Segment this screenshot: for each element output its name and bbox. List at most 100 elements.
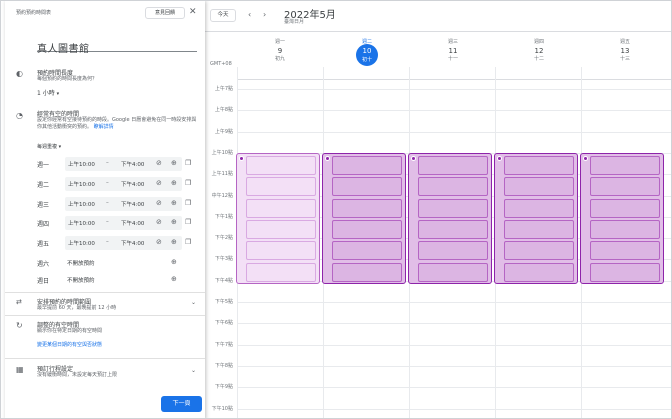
range-dash: –	[106, 180, 109, 186]
next-week-icon[interactable]: ›	[263, 10, 266, 19]
availability-block-mon[interactable]	[236, 153, 320, 284]
booking-slot[interactable]	[590, 219, 660, 239]
feedback-button[interactable]: 意見回饋	[145, 7, 185, 19]
add-time-icon[interactable]: ⊕	[171, 258, 177, 267]
chevron-down-icon[interactable]: ⌄	[191, 367, 196, 374]
hour-label: 下午8點	[214, 363, 233, 369]
day-header-mon[interactable]: 週一 9 初九	[237, 38, 323, 62]
copy-icon[interactable]: ❐	[185, 159, 191, 168]
booking-slot[interactable]	[590, 156, 660, 175]
booking-slot[interactable]	[590, 177, 660, 197]
booking-slot[interactable]	[332, 156, 402, 175]
lunar-date: 十一	[447, 56, 458, 62]
booking-slot[interactable]	[418, 219, 488, 239]
start-time[interactable]: 上午10:00	[68, 160, 95, 168]
unavailable-icon[interactable]: ⊘	[156, 238, 162, 247]
hour-gridline	[237, 110, 671, 111]
end-time[interactable]: 下午4:00	[121, 200, 144, 208]
booking-slot[interactable]	[246, 156, 316, 175]
start-time[interactable]: 上午10:00	[68, 239, 95, 247]
previous-week-icon[interactable]: ‹	[248, 10, 251, 19]
time-range[interactable]: 上午10:00 – 下午4:00	[65, 157, 182, 171]
availability-block-tue[interactable]	[322, 153, 406, 284]
booking-slot[interactable]	[504, 241, 574, 261]
hour-gridline	[237, 302, 671, 303]
start-time[interactable]: 上午10:00	[68, 219, 95, 227]
unavailable-text: 不開放預約	[67, 261, 95, 267]
copy-icon[interactable]: ❐	[185, 179, 191, 188]
booking-slot[interactable]	[418, 156, 488, 175]
today-indicator[interactable]: 10 初十	[356, 44, 378, 66]
panel-topbar: 預約預約時間表 意見回饋 ✕	[5, 1, 205, 25]
day-header-wed[interactable]: 週三 11 十一	[410, 38, 496, 62]
booking-slot[interactable]	[332, 198, 402, 218]
day-header-thu[interactable]: 週四 12 十二	[496, 38, 582, 62]
booking-slot[interactable]	[246, 219, 316, 239]
booking-slot[interactable]	[418, 198, 488, 218]
repeat-select[interactable]: 每週重複 ▾	[37, 143, 61, 150]
booking-slot[interactable]	[246, 177, 316, 197]
end-time[interactable]: 下午4:00	[121, 219, 144, 227]
availability-block-thu[interactable]	[494, 153, 578, 284]
unavailable-icon[interactable]: ⊘	[156, 179, 162, 188]
end-time[interactable]: 下午4:00	[121, 160, 144, 168]
availability-block-fri[interactable]	[580, 153, 664, 284]
learn-more-link[interactable]: 瞭解詳情	[94, 124, 114, 130]
booking-slot[interactable]	[418, 241, 488, 261]
title-input[interactable]: 真人圖書館	[37, 37, 197, 55]
unavailable-icon[interactable]: ⊘	[156, 159, 162, 168]
day-header-fri[interactable]: 週五 13 十三	[582, 38, 668, 62]
booking-slot[interactable]	[332, 177, 402, 197]
day-label: 週六	[37, 261, 50, 268]
close-icon[interactable]: ✕	[189, 8, 197, 17]
swap-icon: ⇄	[16, 298, 22, 306]
change-date-link[interactable]: 變更某個日期的有空與否狀態	[37, 342, 199, 349]
booking-slot[interactable]	[418, 177, 488, 197]
add-time-icon[interactable]: ⊕	[171, 218, 177, 227]
add-time-icon[interactable]: ⊕	[171, 179, 177, 188]
time-range[interactable]: 上午10:00 – 下午4:00	[65, 177, 182, 191]
add-time-icon[interactable]: ⊕	[171, 199, 177, 208]
add-time-icon[interactable]: ⊕	[171, 275, 177, 284]
add-time-icon[interactable]: ⊕	[171, 238, 177, 247]
day-row-tue: 週二 上午10:00 – 下午4:00 ⊘ ⊕ ❐	[37, 177, 205, 191]
time-range[interactable]: 上午10:00 – 下午4:00	[65, 216, 182, 230]
today-button[interactable]: 今天	[210, 9, 236, 22]
booking-slot[interactable]	[504, 262, 574, 282]
time-range[interactable]: 上午10:00 – 下午4:00	[65, 197, 182, 211]
start-time[interactable]: 上午10:00	[68, 200, 95, 208]
unavailable-icon[interactable]: ⊘	[156, 218, 162, 227]
booking-slot[interactable]	[418, 262, 488, 282]
booking-slot[interactable]	[590, 198, 660, 218]
booking-slot[interactable]	[590, 241, 660, 261]
booking-slot[interactable]	[590, 262, 660, 282]
booking-slot[interactable]	[246, 262, 316, 282]
add-time-icon[interactable]: ⊕	[171, 159, 177, 168]
day-row-sat: 週六 不開放預約 ⊕	[37, 256, 205, 270]
duration-select[interactable]: 1 小時 ▾	[37, 88, 59, 97]
end-time[interactable]: 下午4:00	[121, 239, 144, 247]
copy-icon[interactable]: ❐	[185, 218, 191, 227]
booking-slot[interactable]	[504, 219, 574, 239]
copy-icon[interactable]: ❐	[185, 199, 191, 208]
time-range[interactable]: 上午10:00 – 下午4:00	[65, 236, 182, 250]
copy-icon[interactable]: ❐	[185, 238, 191, 247]
availability-block-wed[interactable]	[408, 153, 492, 284]
booking-slot[interactable]	[246, 241, 316, 261]
booking-slot[interactable]	[246, 198, 316, 218]
availability-dot-icon	[411, 156, 416, 161]
availability-dot-icon	[497, 156, 502, 161]
end-time[interactable]: 下午4:00	[121, 180, 144, 188]
booking-slot[interactable]	[504, 156, 574, 175]
booking-slot[interactable]	[332, 262, 402, 282]
availability-dot-icon	[583, 156, 588, 161]
booking-slot[interactable]	[504, 198, 574, 218]
chevron-down-icon[interactable]: ⌄	[191, 299, 196, 306]
booking-slot[interactable]	[332, 241, 402, 261]
start-time[interactable]: 上午10:00	[68, 180, 95, 188]
booking-slot[interactable]	[504, 177, 574, 197]
next-button[interactable]: 下一頁	[161, 396, 202, 412]
booking-slot[interactable]	[332, 219, 402, 239]
hour-label: 下午1點	[214, 214, 233, 220]
unavailable-icon[interactable]: ⊘	[156, 199, 162, 208]
